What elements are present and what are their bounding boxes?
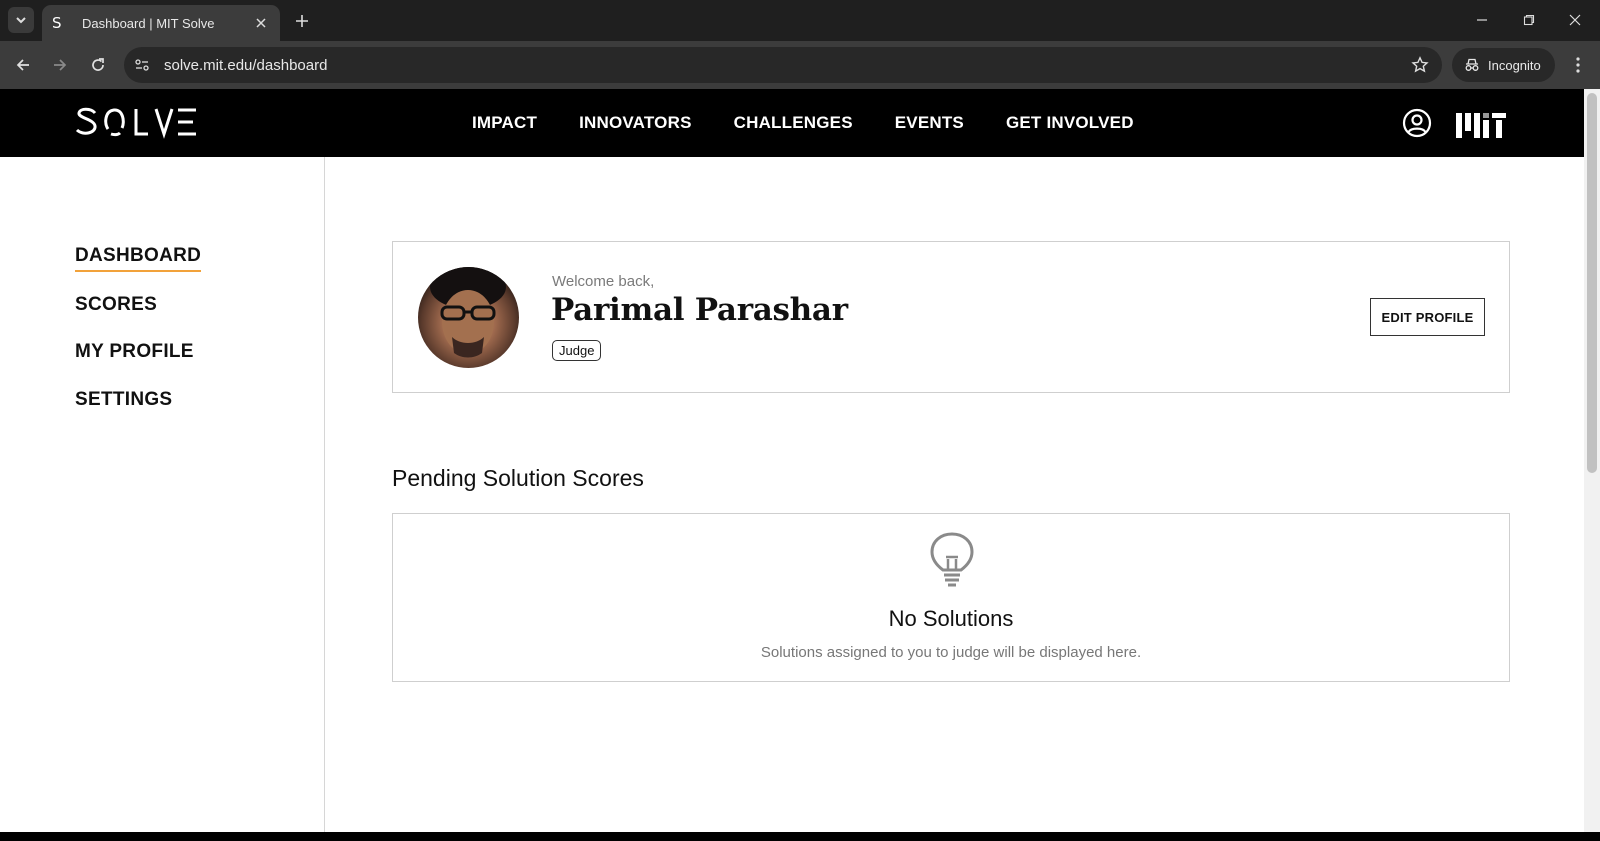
nav-innovators[interactable]: INNOVATORS: [579, 113, 692, 133]
empty-state-description: Solutions assigned to you to judge will …: [760, 644, 1142, 661]
nav-events[interactable]: EVENTS: [895, 113, 964, 133]
minimize-button[interactable]: [1469, 8, 1495, 32]
sidebar-item-settings[interactable]: SETTINGS: [75, 389, 172, 411]
browser-toolbar: solve.mit.edu/dashboard Incognito: [0, 41, 1600, 89]
solve-favicon-icon: S: [52, 14, 62, 32]
site-info-icon: [135, 59, 149, 71]
close-window-button[interactable]: [1562, 8, 1588, 32]
sidebar-item-my-profile[interactable]: MY PROFILE: [75, 341, 194, 363]
sidebar-item-scores[interactable]: SCORES: [75, 294, 157, 316]
mit-logo[interactable]: [1456, 110, 1506, 138]
incognito-indicator[interactable]: Incognito: [1452, 48, 1555, 82]
role-badge: Judge: [552, 340, 602, 361]
tab-close-button[interactable]: [252, 14, 270, 32]
close-icon: [256, 18, 266, 28]
empty-state-title: No Solutions: [888, 606, 1014, 631]
section-title-pending-scores: Pending Solution Scores: [392, 465, 644, 491]
browser-menu-button[interactable]: [1566, 53, 1590, 77]
site-header: IMPACT INNOVATORS CHALLENGES EVENTS GET …: [0, 89, 1584, 157]
incognito-icon: [1465, 58, 1479, 71]
welcome-text: Welcome back,: [552, 273, 655, 290]
incognito-label: Incognito: [1488, 57, 1541, 73]
sidebar-item-dashboard[interactable]: DASHBOARD: [75, 245, 202, 272]
close-window-icon: [1569, 14, 1581, 26]
browser-tab[interactable]: S Dashboard | MIT Solve: [42, 5, 280, 41]
user-circle-icon[interactable]: [1402, 108, 1432, 138]
edit-profile-button[interactable]: EDIT PROFILE: [1370, 298, 1485, 336]
site-info-button[interactable]: [128, 51, 156, 79]
minimize-icon: [1477, 19, 1487, 21]
bookmark-button[interactable]: [1406, 51, 1434, 79]
url-text[interactable]: solve.mit.edu/dashboard: [164, 57, 1406, 74]
page-scrollbar[interactable]: [1584, 89, 1600, 832]
restore-button[interactable]: [1516, 8, 1542, 32]
profile-card: Welcome back, Parimal Parashar Judge EDI…: [392, 241, 1510, 393]
avatar: [418, 267, 519, 368]
new-tab-button[interactable]: [290, 9, 314, 33]
lightbulb-icon: [930, 532, 974, 587]
back-button[interactable]: [9, 51, 37, 79]
browser-tab-bar: S Dashboard | MIT Solve: [0, 0, 1600, 41]
nav-get-involved[interactable]: GET INVOLVED: [1006, 113, 1134, 133]
tab-search-button[interactable]: [8, 7, 34, 33]
forward-button[interactable]: [46, 51, 74, 79]
solve-logo[interactable]: [74, 105, 198, 139]
plus-icon: [296, 15, 308, 27]
more-vert-icon: [1576, 57, 1580, 73]
empty-state-card: No Solutions Solutions assigned to you t…: [392, 513, 1510, 682]
star-icon: [1411, 56, 1429, 73]
nav-challenges[interactable]: CHALLENGES: [734, 113, 853, 133]
nav-impact[interactable]: IMPACT: [472, 113, 537, 133]
tab-title: Dashboard | MIT Solve: [82, 15, 215, 31]
main-nav: IMPACT INNOVATORS CHALLENGES EVENTS GET …: [472, 89, 1134, 157]
user-name: Parimal Parashar: [551, 292, 848, 328]
footer-edge: [0, 832, 1600, 841]
restore-icon: [1523, 14, 1535, 26]
scrollbar-thumb[interactable]: [1587, 93, 1597, 473]
reload-button[interactable]: [84, 51, 112, 79]
chevron-down-icon: [16, 17, 26, 24]
forward-arrow-icon: [54, 59, 67, 71]
address-bar[interactable]: solve.mit.edu/dashboard: [124, 47, 1442, 83]
avatar-photo: [430, 267, 506, 358]
back-arrow-icon: [16, 59, 29, 71]
reload-icon: [92, 58, 104, 71]
sidebar: DASHBOARD SCORES MY PROFILE SETTINGS: [0, 157, 325, 832]
